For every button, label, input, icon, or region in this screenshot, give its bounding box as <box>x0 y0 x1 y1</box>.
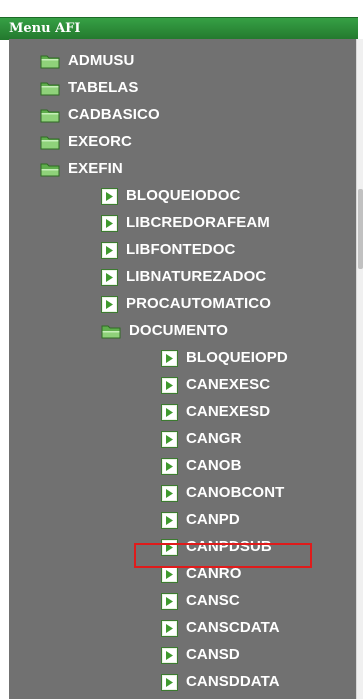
tree-folder-exefin[interactable]: EXEFIN <box>40 159 123 179</box>
document-arrow-icon <box>101 187 118 205</box>
document-arrow-icon <box>161 646 178 664</box>
document-arrow-icon <box>161 538 178 556</box>
tree-node-label: LIBFONTEDOC <box>126 241 236 258</box>
document-arrow-icon <box>161 565 178 583</box>
document-arrow-icon <box>101 214 118 232</box>
tree-node-label: CANSCDATA <box>186 619 280 636</box>
tree-item-libfontedoc[interactable]: LIBFONTEDOC <box>101 240 235 260</box>
folder-icon <box>40 80 60 96</box>
tree-node-label: DOCUMENTO <box>129 322 228 339</box>
tree-node-label: CANRO <box>186 565 242 582</box>
tree-item-procautomatico[interactable]: PROCAUTOMATICO <box>101 294 271 314</box>
tree-node-label: EXEFIN <box>68 160 123 177</box>
tree-node-label: CADBASICO <box>68 106 160 123</box>
tree-item-cansd[interactable]: CANSD <box>161 645 240 665</box>
tree-item-libcredorafeam[interactable]: LIBCREDORAFEAM <box>101 213 270 233</box>
tree-node-label: LIBNATUREZADOC <box>126 268 267 285</box>
tree-folder-admusu[interactable]: ADMUSU <box>40 51 134 71</box>
tree-folder-cadbasico[interactable]: CADBASICO <box>40 105 160 125</box>
tree-item-canpd[interactable]: CANPD <box>161 510 240 530</box>
tree-item-cangr[interactable]: CANGR <box>161 429 242 449</box>
tree-item-libnaturezadoc[interactable]: LIBNATUREZADOC <box>101 267 266 287</box>
vertical-scrollbar[interactable] <box>356 39 363 699</box>
folder-open-icon <box>40 161 60 177</box>
folder-icon <box>40 53 60 69</box>
document-arrow-icon <box>161 673 178 691</box>
document-arrow-icon <box>161 376 178 394</box>
tree-item-cansddata[interactable]: CANSDDATA <box>161 672 280 692</box>
tree-node-label: CANGR <box>186 430 242 447</box>
tree-node-label: BLOQUEIODOC <box>126 187 241 204</box>
tree-item-bloqueiodoc[interactable]: BLOQUEIODOC <box>101 186 240 206</box>
tree-item-canobcont[interactable]: CANOBCONT <box>161 483 284 503</box>
tree-node-label: CANPDSUB <box>186 538 272 555</box>
tree-node-label: CANEXESD <box>186 403 271 420</box>
folder-open-icon <box>101 323 121 339</box>
document-arrow-icon <box>161 457 178 475</box>
document-arrow-icon <box>161 430 178 448</box>
tree-folder-tabelas[interactable]: TABELAS <box>40 78 138 98</box>
tree-node-label: EXEORC <box>68 133 132 150</box>
tree-folder-exeorc[interactable]: EXEORC <box>40 132 132 152</box>
tree-item-canob[interactable]: CANOB <box>161 456 242 476</box>
document-arrow-icon <box>161 511 178 529</box>
tree-item-canpdsub[interactable]: CANPDSUB <box>161 537 272 557</box>
document-arrow-icon <box>161 403 178 421</box>
tree-item-canscdata[interactable]: CANSCDATA <box>161 618 280 638</box>
document-arrow-icon <box>101 268 118 286</box>
tree-node-label: LIBCREDORAFEAM <box>126 214 270 231</box>
document-arrow-icon <box>101 295 118 313</box>
document-arrow-icon <box>161 592 178 610</box>
document-arrow-icon <box>101 241 118 259</box>
scrollbar-thumb[interactable] <box>358 189 363 269</box>
tree-item-canexesc[interactable]: CANEXESC <box>161 375 270 395</box>
folder-icon <box>40 107 60 123</box>
tree-node-label: CANSD <box>186 646 240 663</box>
menu-tree: ADMUSU TABELAS CADBASICO EXEORC EXEFIN B… <box>0 0 356 699</box>
tree-node-label: CANPD <box>186 511 240 528</box>
tree-item-canexesd[interactable]: CANEXESD <box>161 402 270 422</box>
tree-node-label: CANEXESC <box>186 376 271 393</box>
tree-node-label: TABELAS <box>68 79 139 96</box>
tree-item-canro[interactable]: CANRO <box>161 564 242 584</box>
document-arrow-icon <box>161 619 178 637</box>
tree-node-label: CANOBCONT <box>186 484 285 501</box>
tree-node-label: CANOB <box>186 457 242 474</box>
menu-frame: Menu AFI ADMUSU TABELAS CADBASICO EXEORC… <box>0 0 363 699</box>
tree-folder-documento[interactable]: DOCUMENTO <box>101 321 228 341</box>
document-arrow-icon <box>161 349 178 367</box>
tree-item-bloqueiopd[interactable]: BLOQUEIOPD <box>161 348 288 368</box>
tree-node-label: CANSDDATA <box>186 673 280 690</box>
tree-node-label: ADMUSU <box>68 52 135 69</box>
folder-icon <box>40 134 60 150</box>
tree-node-label: CANSC <box>186 592 240 609</box>
tree-item-cansc[interactable]: CANSC <box>161 591 240 611</box>
document-arrow-icon <box>161 484 178 502</box>
tree-node-label: PROCAUTOMATICO <box>126 295 272 312</box>
tree-node-label: BLOQUEIOPD <box>186 349 288 366</box>
